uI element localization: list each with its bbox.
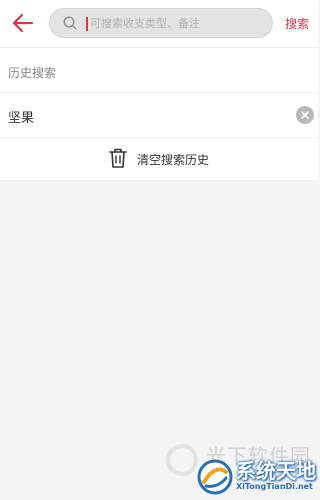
back-button[interactable]: [10, 11, 36, 35]
trash-icon: [109, 148, 127, 168]
remove-history-item-button[interactable]: [296, 106, 314, 124]
history-item-label: 坚果: [8, 111, 35, 126]
clear-history-label: 清空搜索历史: [137, 153, 210, 167]
search-icon: [63, 16, 77, 30]
search-button[interactable]: 搜索: [285, 15, 309, 32]
search-input[interactable]: [90, 9, 266, 37]
history-title: 历史搜索: [8, 66, 57, 80]
text-cursor: [86, 17, 88, 31]
arrow-left-icon: [12, 13, 34, 33]
watermark-logo-icon: [197, 459, 233, 495]
history-item[interactable]: 坚果: [0, 93, 318, 138]
watermark-url: XiTongTianDi.net: [236, 482, 313, 491]
top-bar: 搜索: [0, 0, 318, 48]
search-box[interactable]: [49, 8, 273, 38]
clear-history-button[interactable]: 清空搜索历史: [0, 138, 318, 180]
history-section-header: 历史搜索: [0, 48, 318, 93]
watermark-name: 系统天地: [236, 459, 316, 483]
close-circle-icon: [301, 111, 309, 119]
